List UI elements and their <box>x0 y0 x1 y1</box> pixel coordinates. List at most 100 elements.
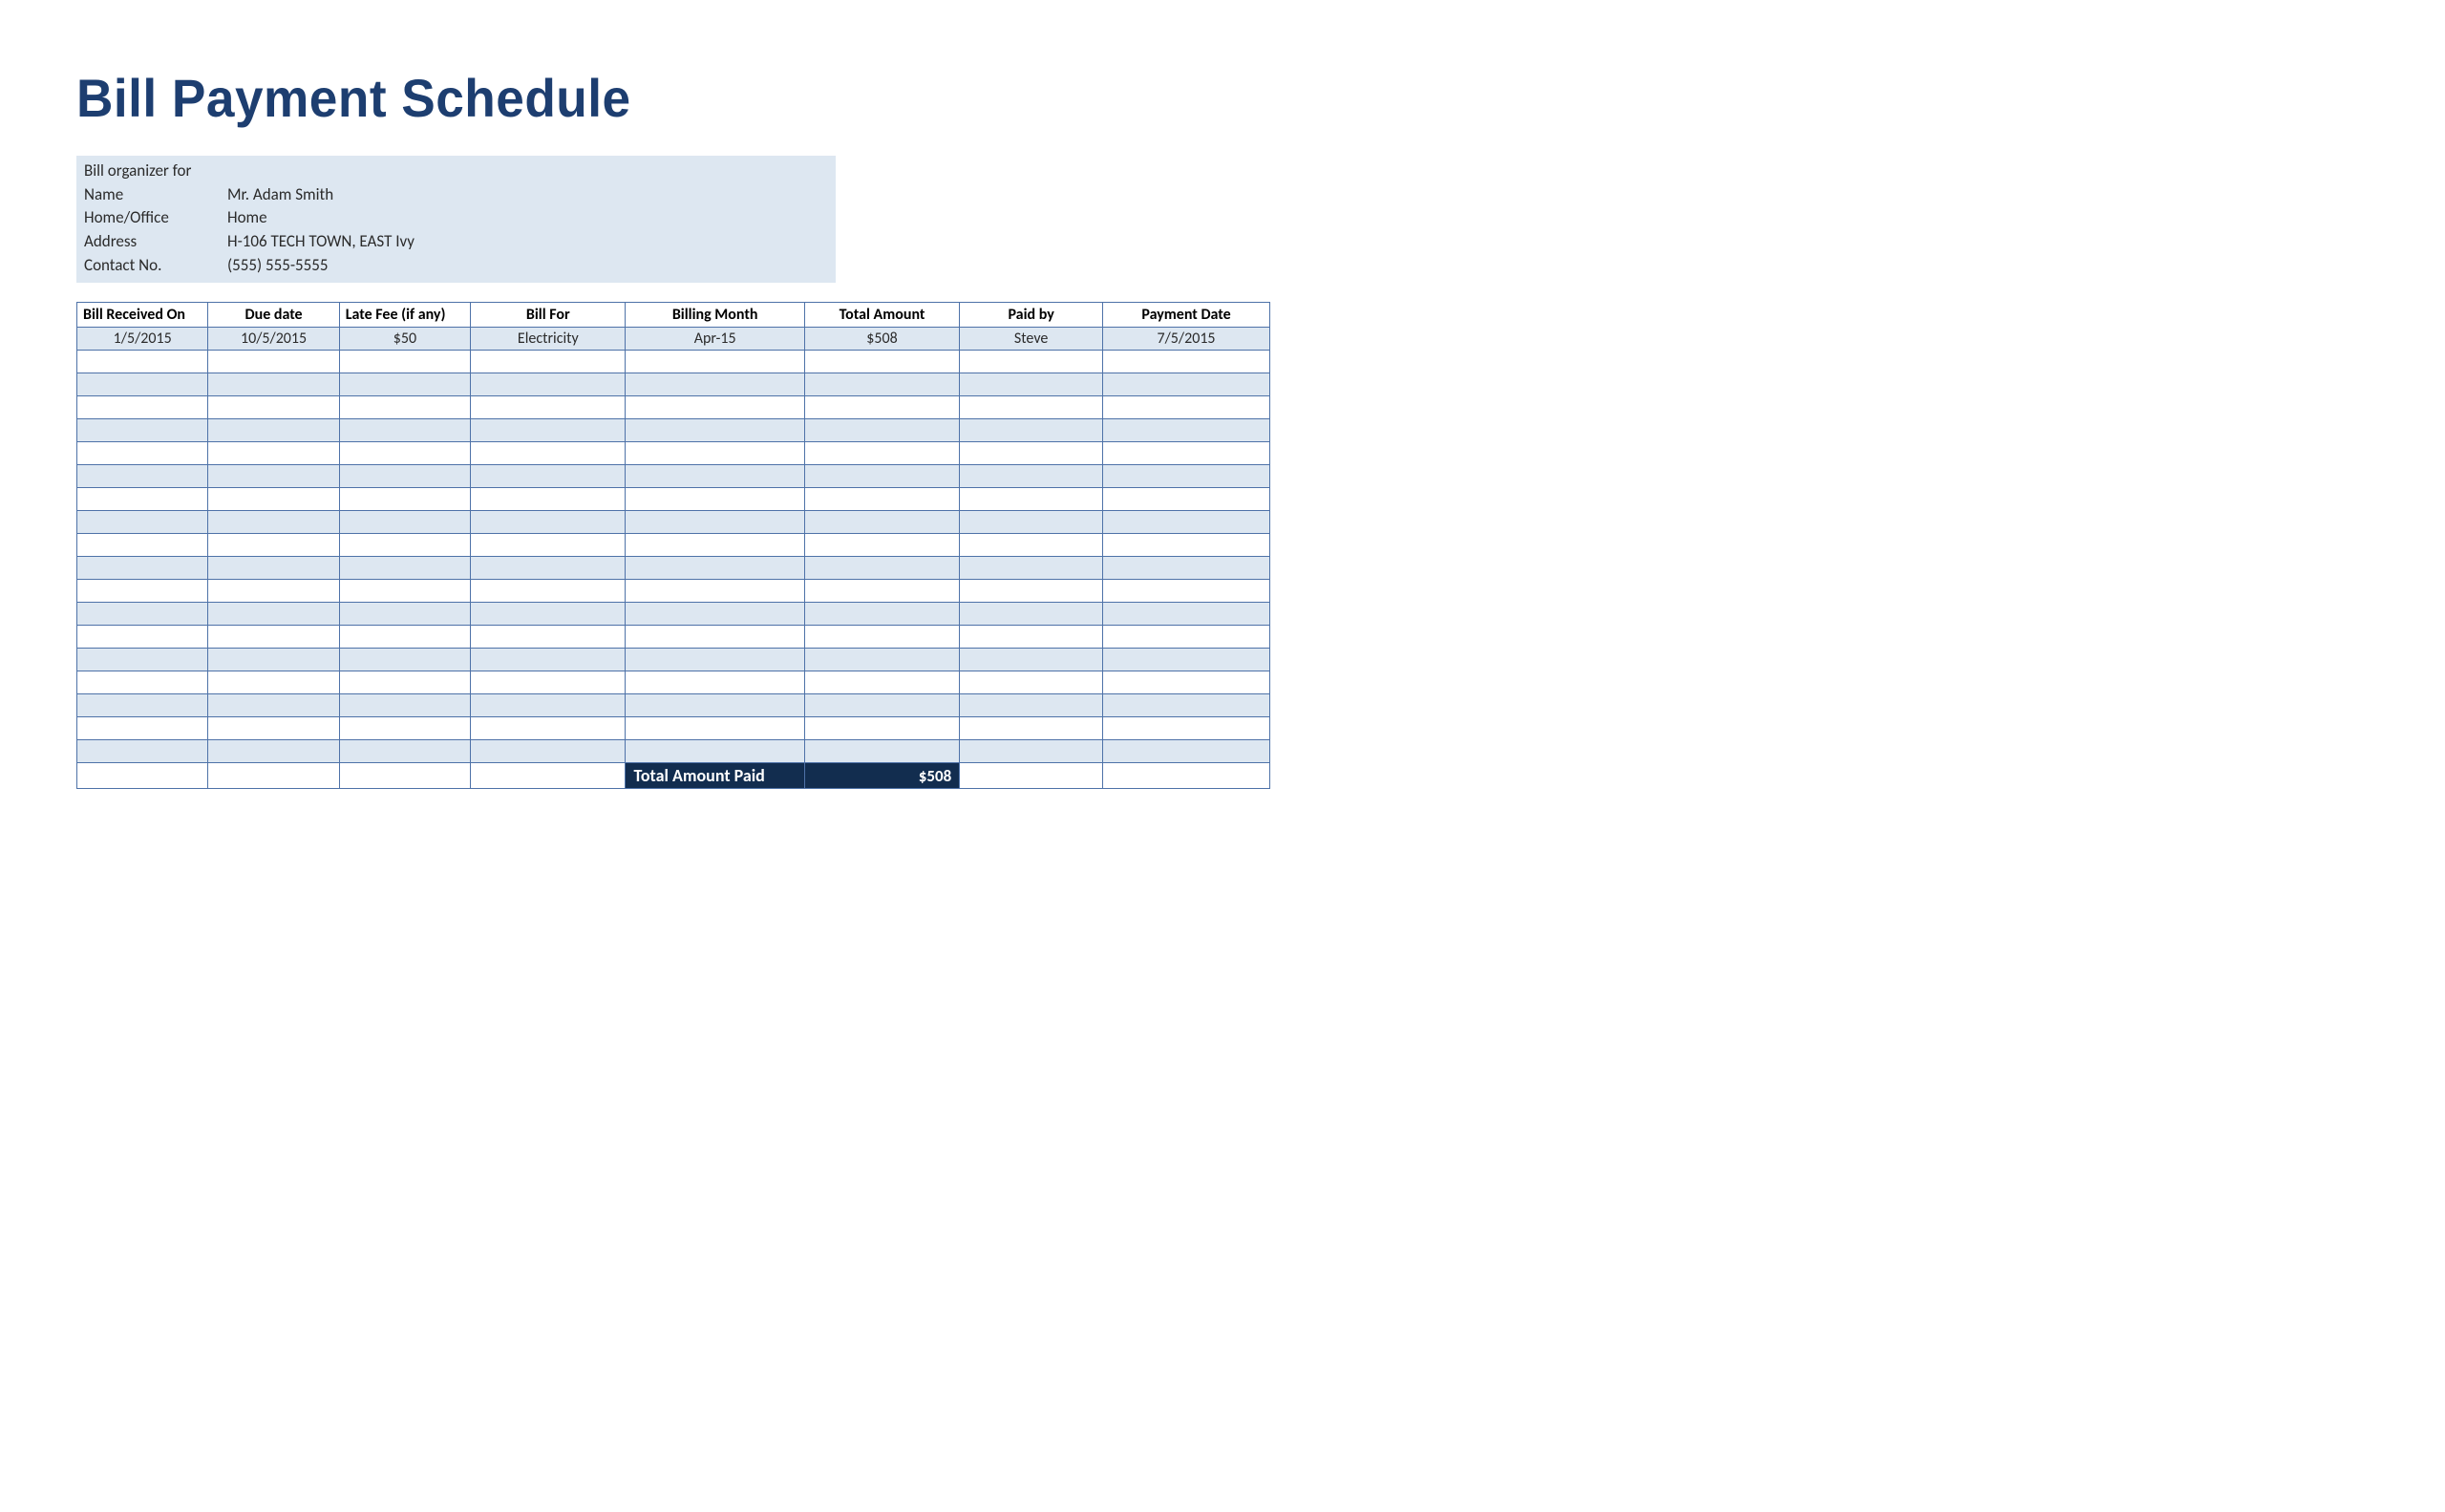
table-cell[interactable] <box>77 717 208 740</box>
table-cell[interactable] <box>1103 511 1270 534</box>
table-cell[interactable] <box>77 649 208 671</box>
table-cell[interactable] <box>804 419 959 442</box>
table-cell[interactable] <box>804 740 959 763</box>
table-cell[interactable] <box>1103 351 1270 373</box>
table-cell[interactable] <box>626 671 804 694</box>
table-cell[interactable] <box>339 694 470 717</box>
table-cell[interactable] <box>1103 442 1270 465</box>
table-cell[interactable] <box>471 694 626 717</box>
table-cell[interactable] <box>1103 419 1270 442</box>
table-cell[interactable] <box>960 626 1103 649</box>
table-cell[interactable] <box>1103 603 1270 626</box>
table-cell[interactable]: Electricity <box>471 328 626 351</box>
table-cell[interactable] <box>471 465 626 488</box>
table-cell[interactable] <box>626 694 804 717</box>
table-cell[interactable] <box>471 649 626 671</box>
table-cell[interactable] <box>208 626 339 649</box>
table-cell[interactable] <box>471 488 626 511</box>
table-cell[interactable] <box>471 442 626 465</box>
table-cell[interactable] <box>471 671 626 694</box>
table-cell[interactable] <box>77 580 208 603</box>
table-cell[interactable] <box>1103 694 1270 717</box>
table-cell[interactable] <box>339 488 470 511</box>
table-cell[interactable] <box>471 603 626 626</box>
table-cell[interactable] <box>626 351 804 373</box>
table-cell[interactable] <box>626 626 804 649</box>
table-cell[interactable] <box>77 740 208 763</box>
table-cell[interactable] <box>960 580 1103 603</box>
table-cell[interactable] <box>960 488 1103 511</box>
table-cell[interactable] <box>471 396 626 419</box>
table-cell[interactable] <box>208 671 339 694</box>
table-cell[interactable] <box>77 671 208 694</box>
table-cell[interactable] <box>960 717 1103 740</box>
table-cell[interactable] <box>960 419 1103 442</box>
table-cell[interactable] <box>804 351 959 373</box>
table-cell[interactable] <box>626 419 804 442</box>
table-cell[interactable] <box>339 740 470 763</box>
table-cell[interactable] <box>339 603 470 626</box>
table-cell[interactable] <box>960 603 1103 626</box>
table-cell[interactable] <box>208 603 339 626</box>
table-cell[interactable] <box>77 626 208 649</box>
table-cell[interactable] <box>804 649 959 671</box>
table-cell[interactable] <box>804 557 959 580</box>
table-cell[interactable] <box>339 442 470 465</box>
table-cell[interactable] <box>339 671 470 694</box>
table-cell[interactable] <box>626 557 804 580</box>
table-cell[interactable] <box>960 740 1103 763</box>
table-cell[interactable] <box>77 442 208 465</box>
table-cell[interactable] <box>1103 649 1270 671</box>
table-cell[interactable] <box>208 396 339 419</box>
table-cell[interactable] <box>1103 373 1270 396</box>
table-cell[interactable]: $508 <box>804 328 959 351</box>
table-cell[interactable] <box>208 442 339 465</box>
table-cell[interactable] <box>208 511 339 534</box>
table-cell[interactable] <box>960 671 1103 694</box>
table-cell[interactable] <box>960 373 1103 396</box>
table-cell[interactable] <box>626 442 804 465</box>
table-cell[interactable] <box>77 373 208 396</box>
table-cell[interactable] <box>77 511 208 534</box>
table-cell[interactable] <box>208 534 339 557</box>
table-cell[interactable] <box>960 396 1103 419</box>
table-cell[interactable] <box>626 580 804 603</box>
table-cell[interactable] <box>208 488 339 511</box>
table-cell[interactable] <box>77 534 208 557</box>
table-cell[interactable] <box>77 465 208 488</box>
table-cell[interactable] <box>471 419 626 442</box>
table-cell[interactable] <box>960 534 1103 557</box>
table-cell[interactable] <box>208 465 339 488</box>
table-cell[interactable] <box>339 465 470 488</box>
table-cell[interactable] <box>339 626 470 649</box>
table-cell[interactable] <box>208 694 339 717</box>
table-cell[interactable] <box>471 740 626 763</box>
table-cell[interactable] <box>960 649 1103 671</box>
table-cell[interactable] <box>804 580 959 603</box>
table-cell[interactable] <box>626 717 804 740</box>
table-cell[interactable] <box>471 717 626 740</box>
table-cell[interactable] <box>208 373 339 396</box>
table-cell[interactable] <box>471 511 626 534</box>
table-cell[interactable]: 7/5/2015 <box>1103 328 1270 351</box>
table-cell[interactable] <box>626 534 804 557</box>
table-cell[interactable] <box>339 396 470 419</box>
table-cell[interactable] <box>626 465 804 488</box>
table-cell[interactable] <box>960 442 1103 465</box>
table-cell[interactable] <box>626 396 804 419</box>
table-cell[interactable] <box>77 396 208 419</box>
table-cell[interactable] <box>471 351 626 373</box>
table-cell[interactable]: Steve <box>960 328 1103 351</box>
table-cell[interactable] <box>471 557 626 580</box>
table-cell[interactable] <box>339 419 470 442</box>
table-cell[interactable] <box>626 603 804 626</box>
table-cell[interactable] <box>77 603 208 626</box>
table-cell[interactable] <box>77 351 208 373</box>
table-cell[interactable] <box>1103 740 1270 763</box>
table-cell[interactable] <box>960 694 1103 717</box>
table-cell[interactable] <box>1103 717 1270 740</box>
table-cell[interactable] <box>339 580 470 603</box>
table-cell[interactable]: Apr-15 <box>626 328 804 351</box>
table-cell[interactable] <box>626 649 804 671</box>
table-cell[interactable] <box>471 580 626 603</box>
